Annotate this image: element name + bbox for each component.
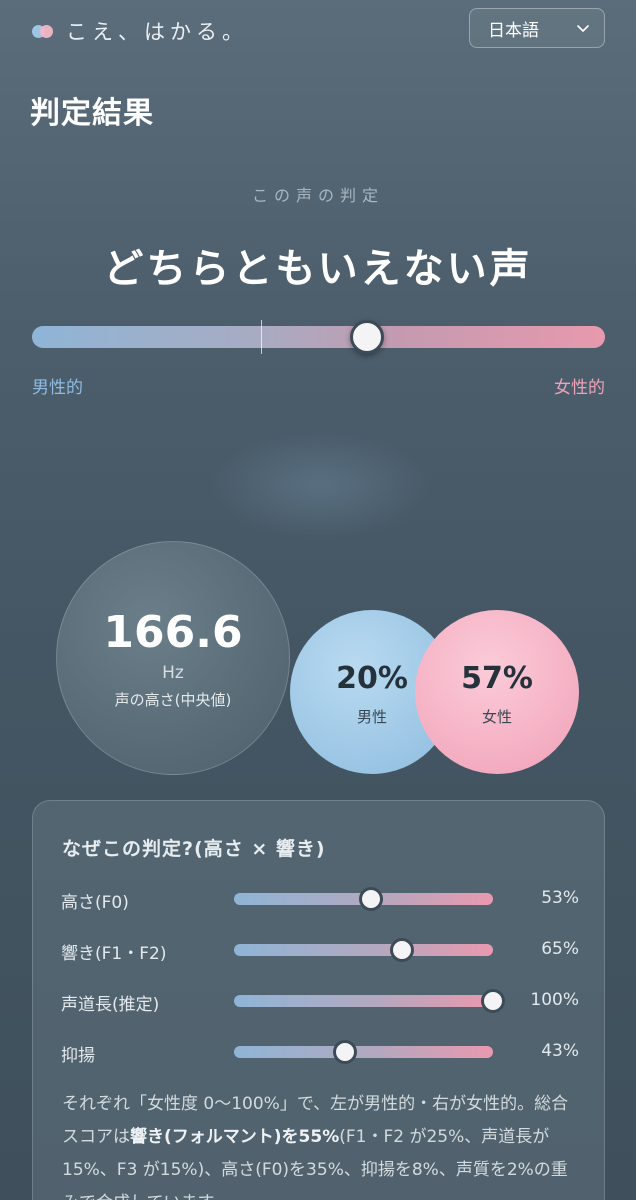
male-pct: 20%: [336, 660, 408, 696]
language-select[interactable]: 日本語: [469, 8, 605, 48]
reason-desc-bold: 響き(フォルマント)を55%: [130, 1127, 340, 1147]
reason-row-label: 高さ(F0): [61, 893, 129, 913]
female-label: 女性: [481, 707, 512, 726]
verdict-text: どちらともいえない声: [103, 246, 533, 292]
verdict-label: この声の判定: [251, 186, 384, 205]
language-value: 日本語: [488, 20, 539, 41]
reason-row-bar: [234, 989, 505, 1013]
reason-row-knob: [481, 989, 505, 1013]
gender-scale: [32, 320, 605, 354]
reason-card: なぜこの判定?(高さ × 響き) 高さ(F0) 53% 響き(F1・F2) 65…: [32, 800, 605, 1200]
reason-row-pitch: 高さ(F0) 53%: [61, 884, 581, 914]
app-name: こえ、はかる。: [66, 20, 248, 44]
reason-row-pct: 43%: [541, 1041, 579, 1061]
page-title: 判定結果: [30, 96, 154, 131]
reason-row-pct: 65%: [541, 939, 579, 959]
scale-knob: [350, 320, 385, 354]
male-label: 男性: [356, 707, 387, 726]
logo-icon: [30, 22, 58, 40]
scale-left-label: 男性的: [32, 378, 83, 398]
reason-row-intonation: 抑揚 43%: [61, 1037, 581, 1067]
background-glow: [210, 430, 430, 540]
reason-row-resonance: 響き(F1・F2) 65%: [61, 935, 581, 965]
header: こえ、はかる。 日本語: [0, 0, 636, 56]
reason-row-pct: 53%: [541, 888, 579, 908]
reason-row-bar: [234, 887, 493, 911]
reason-row-vocal-tract: 声道長(推定) 100%: [61, 986, 581, 1016]
scale-right-label: 女性的: [554, 378, 605, 398]
reason-row-bar: [234, 1040, 493, 1064]
female-probability-bubble: 57% 女性: [415, 610, 579, 774]
reason-row-knob: [390, 938, 415, 962]
reason-row-knob: [359, 887, 384, 911]
reason-row-bar: [234, 938, 493, 962]
app-logo[interactable]: こえ、はかる。: [30, 16, 248, 46]
reason-row-label: 抑揚: [61, 1046, 95, 1066]
female-pct: 57%: [461, 660, 533, 696]
pitch-unit: Hz: [162, 662, 184, 683]
reason-row-knob: [333, 1040, 358, 1064]
pitch-label: 声の高さ(中央値): [114, 690, 232, 709]
reason-description: それぞれ「女性度 0〜100%」で、左が男性的・右が女性的。総合スコアは響き(フ…: [62, 1088, 582, 1200]
pitch-circle: 166.6 Hz 声の高さ(中央値): [56, 541, 290, 775]
logo-dot-pink: [40, 25, 53, 38]
reason-row-pct: 100%: [530, 990, 579, 1010]
scale-center-marker: [261, 320, 262, 354]
chevron-down-icon: [577, 25, 589, 32]
reason-row-label: 声道長(推定): [61, 995, 160, 1015]
pitch-value: 166.6: [103, 606, 243, 658]
reason-row-label: 響き(F1・F2): [61, 944, 167, 964]
reason-title: なぜこの判定?(高さ × 響き): [62, 838, 326, 860]
